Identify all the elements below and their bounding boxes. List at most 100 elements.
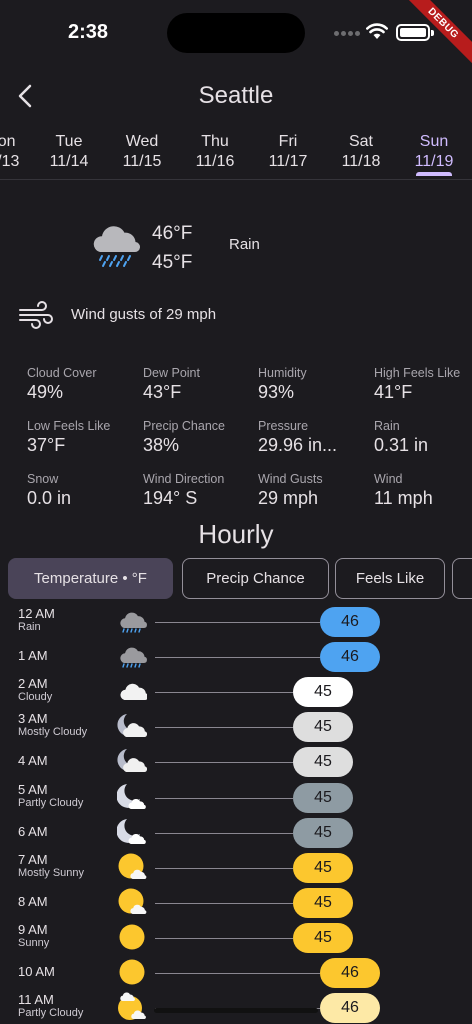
current-low: 45°F — [152, 252, 193, 273]
tab-date: 11/14 — [49, 153, 89, 170]
temp-pill: 45 — [293, 677, 353, 708]
tab-day-name: Mon — [0, 133, 16, 150]
tab-sun[interactable]: Sun 11/19 — [402, 132, 466, 176]
stat-value: 0.0 in — [27, 488, 72, 508]
stat-value: 49% — [27, 382, 64, 402]
temp-pill: 45 — [293, 817, 353, 848]
hour-label: 4 AM — [18, 753, 48, 769]
tab-mon[interactable]: Mon 11/13 — [0, 132, 32, 172]
tab-day-name: Thu — [201, 133, 229, 150]
stat-snow: Snow 0.0 in — [27, 472, 143, 509]
temp-pill: 46 — [320, 993, 380, 1024]
hourly-row: 7 AM Mostly Sunny 45 — [0, 850, 472, 885]
stat-wind-gusts: Wind Gusts 29 mph — [258, 472, 374, 509]
stat-value: 11 mph — [374, 488, 433, 508]
stat-label: Wind Gusts — [258, 472, 323, 486]
temp-pill: 45 — [293, 712, 353, 743]
tab-fri[interactable]: Fri 11/17 — [256, 132, 320, 172]
hour-condition: Sunny — [18, 936, 50, 949]
rain-cloud-icon — [93, 226, 141, 267]
current-condition: Rain — [229, 236, 260, 253]
tab-date: 11/18 — [341, 153, 381, 170]
hour-condition: Partly Cloudy — [18, 796, 84, 809]
chip-feels-like[interactable]: Feels Like — [335, 558, 445, 599]
hour-cell: 11 AM Partly Cloudy — [18, 993, 83, 1020]
dynamic-island — [167, 13, 305, 53]
tab-day-name: Tue — [55, 133, 83, 150]
hourly-row: 5 AM Partly Cloudy 45 — [0, 780, 472, 815]
stat-value: 194° S — [143, 488, 198, 508]
temp-bar-line — [155, 832, 293, 834]
hour-cell: 1 AM — [18, 649, 48, 663]
hourly-row: 1 AM 46 — [0, 639, 472, 674]
chip-precip-chance[interactable]: Precip Chance — [182, 558, 329, 599]
wind-icon — [19, 301, 53, 329]
chip-temperature-f[interactable]: Temperature • °F — [8, 558, 173, 599]
stat-low-feels-like: Low Feels Like 37°F — [27, 419, 143, 456]
temp-pill: 45 — [293, 747, 353, 778]
stat-rain: Rain 0.31 in — [374, 419, 472, 456]
tab-sat[interactable]: Sat 11/18 — [329, 132, 393, 172]
tab-wed[interactable]: Wed 11/15 — [110, 132, 174, 172]
temp-pill: 46 — [320, 958, 380, 988]
debug-banner: DEBUG — [392, 0, 472, 80]
hour-cell: 8 AM — [18, 893, 48, 909]
hour-cell: 6 AM — [18, 824, 48, 839]
temp-bar-line — [155, 622, 320, 623]
active-tab-indicator — [416, 172, 452, 176]
stat-value: 93% — [258, 382, 295, 402]
hour-label: 12 AM — [18, 606, 55, 621]
moon-partly-cloudy-icon — [117, 818, 146, 844]
stat-label: Precip Chance — [143, 419, 225, 433]
stat-label: Wind — [374, 472, 403, 486]
rain-cloud-icon — [120, 612, 147, 633]
metric-chips: Temperature • °F Precip Chance Feels Like — [8, 558, 472, 600]
tab-day-name: Sat — [348, 133, 373, 150]
tab-date: 11/15 — [122, 153, 162, 170]
temp-pill: 46 — [320, 607, 380, 637]
tab-date: 11/13 — [0, 153, 20, 170]
stat-label: Humidity — [258, 366, 307, 380]
hour-label: 2 AM — [18, 676, 48, 692]
stat-label: Cloud Cover — [27, 366, 97, 380]
stat-cloud-cover: Cloud Cover 49% — [27, 366, 143, 403]
home-indicator[interactable] — [154, 1008, 318, 1013]
moon-cloud-icon — [117, 714, 147, 738]
stat-label: Pressure — [258, 419, 309, 433]
tab-thu[interactable]: Thu 11/16 — [183, 132, 247, 172]
stat-label: High Feels Like — [374, 366, 461, 380]
stat-high-feels-like: High Feels Like 41°F — [374, 366, 472, 403]
hourly-row: 12 AM Rain 46 — [0, 604, 472, 639]
wind-gusts-text: Wind gusts of 29 mph — [71, 306, 217, 323]
tab-day-name: Fri — [278, 133, 298, 150]
hour-condition: Partly Cloudy — [18, 1007, 84, 1020]
hourly-row: 6 AM 45 — [0, 815, 472, 850]
hour-cell: 9 AM Sunny — [18, 922, 50, 950]
stat-humidity: Humidity 93% — [258, 366, 374, 403]
chip-more[interactable] — [452, 558, 472, 599]
sun-icon — [119, 924, 145, 950]
hour-label: 10 AM — [18, 964, 55, 979]
tab-date: 11/16 — [195, 153, 235, 170]
sun-icon — [119, 959, 145, 985]
stat-value: 38% — [143, 435, 180, 455]
tab-day-name: Sun — [419, 133, 449, 150]
hour-condition: Cloudy — [18, 691, 53, 704]
page-title: Seattle — [198, 82, 274, 109]
hour-label: 8 AM — [18, 893, 48, 909]
stat-value: 29 mph — [258, 488, 319, 508]
tab-date: 11/19 — [414, 153, 454, 170]
moon-partly-cloudy-icon — [117, 783, 146, 809]
moon-cloud-icon — [117, 749, 147, 773]
cloud-icon — [120, 684, 147, 701]
hour-cell: 2 AM Cloudy — [18, 677, 52, 704]
hour-cell: 12 AM Rain — [18, 607, 55, 634]
stat-label: Rain — [374, 419, 400, 433]
temp-bar-line — [155, 902, 293, 904]
stat-value: 0.31 in — [374, 435, 429, 455]
sun-cloud-icon — [118, 992, 146, 1021]
stat-precip-chance: Precip Chance 38% — [143, 419, 259, 456]
tab-tue[interactable]: Tue 11/14 — [37, 132, 101, 172]
hourly-row: 8 AM 45 — [0, 885, 472, 920]
stat-value: 41°F — [374, 382, 413, 402]
